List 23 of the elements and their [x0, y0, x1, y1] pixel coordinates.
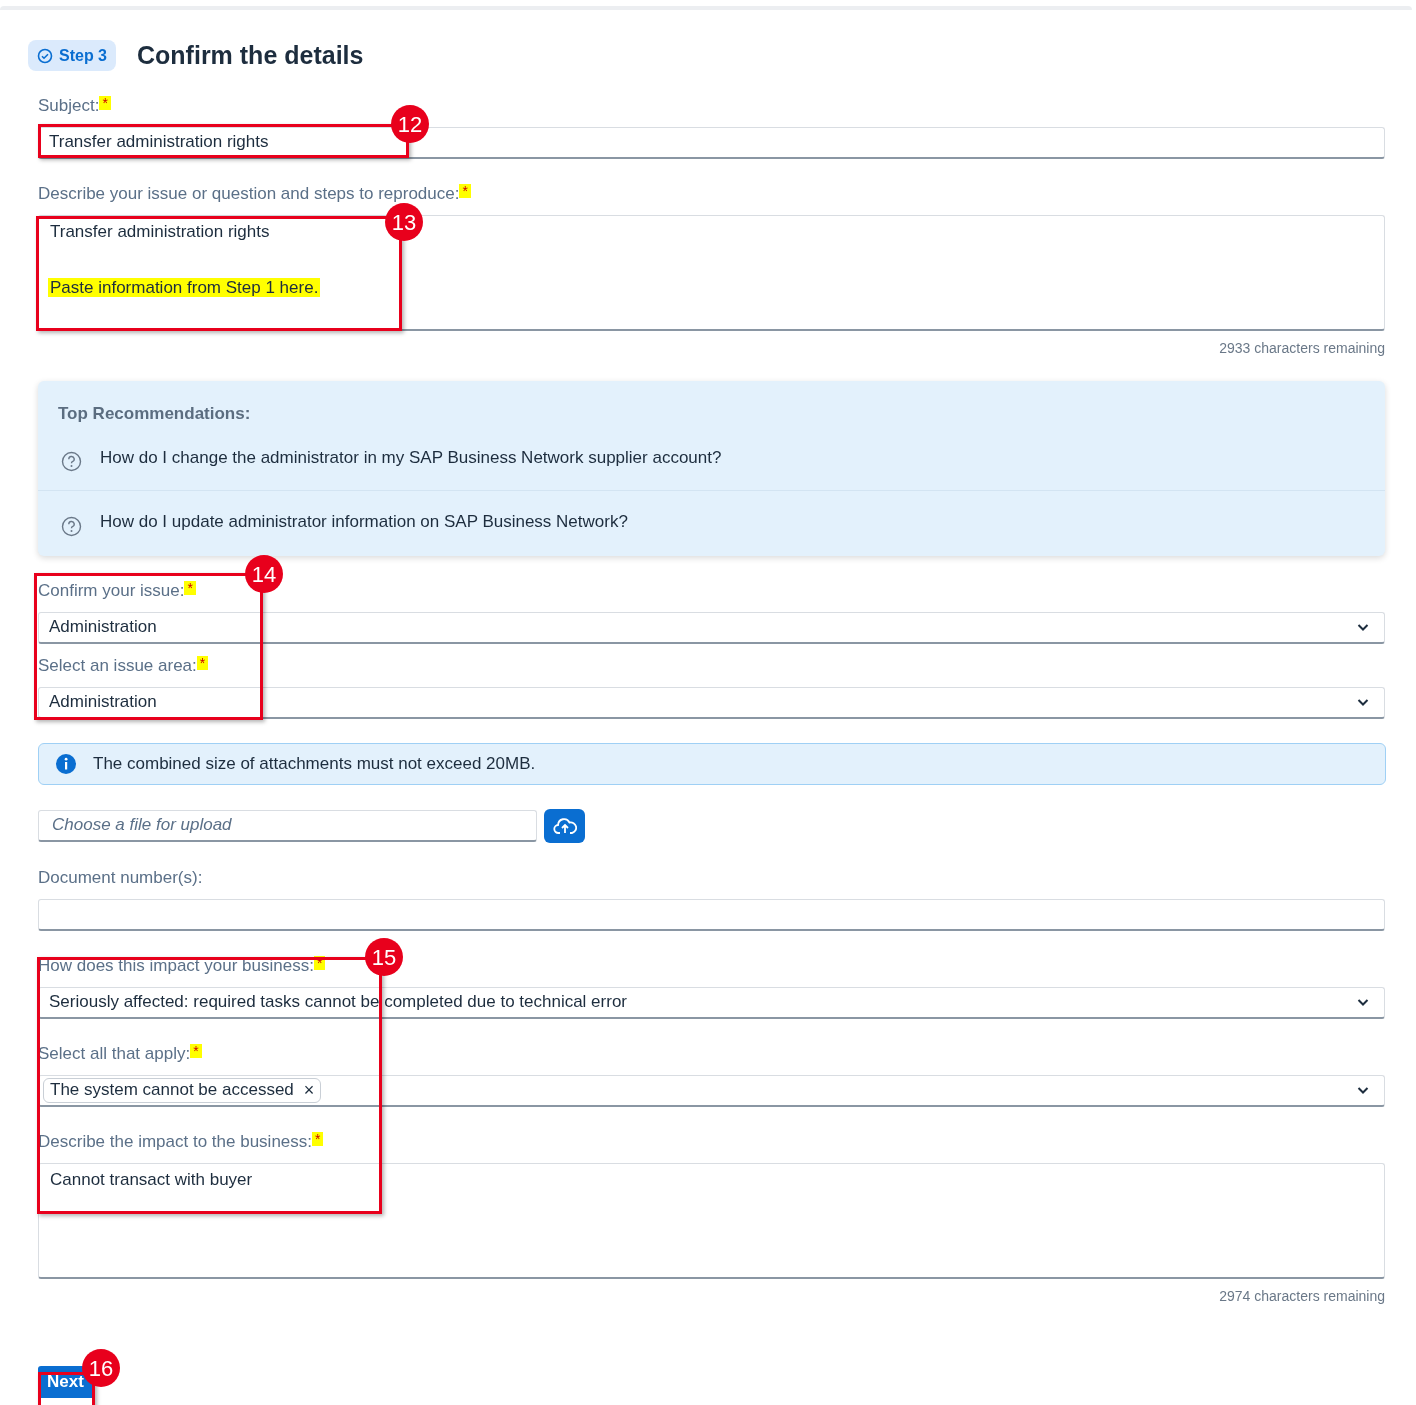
required-mark: * [312, 1131, 324, 1146]
field-label: Select all that apply: [38, 1042, 191, 1065]
field-label: Document number(s): [38, 866, 203, 889]
character-counter: 2933 characters remaining [1218, 338, 1385, 357]
required-mark: * [184, 580, 196, 595]
field-label: Describe the impact to the business: [38, 1130, 313, 1153]
field-label: Select an issue area: [38, 654, 197, 677]
field-label: Confirm your issue: [38, 579, 185, 602]
required-mark: * [190, 1043, 202, 1058]
step-number-badge: 13 [385, 203, 423, 241]
step-number-badge: 15 [365, 938, 403, 976]
step-number-badge: 12 [391, 105, 429, 143]
required-mark: * [196, 655, 209, 670]
info-text: The combined size of attachments must not exceed 20MB. [93, 752, 536, 775]
step-number-badge: 14 [245, 555, 283, 593]
field-label: Subject: [38, 94, 100, 117]
field-label: Describe your issue or question and steps to reproduce: [38, 182, 460, 205]
required-mark: * [99, 95, 111, 110]
required-mark: * [459, 183, 471, 198]
page-title: Confirm the details [137, 40, 364, 71]
character-counter: 2974 characters remaining [1218, 1286, 1385, 1305]
panel-title: Top Recommendations: [58, 402, 252, 423]
step-badge: Step 3 [28, 40, 116, 72]
